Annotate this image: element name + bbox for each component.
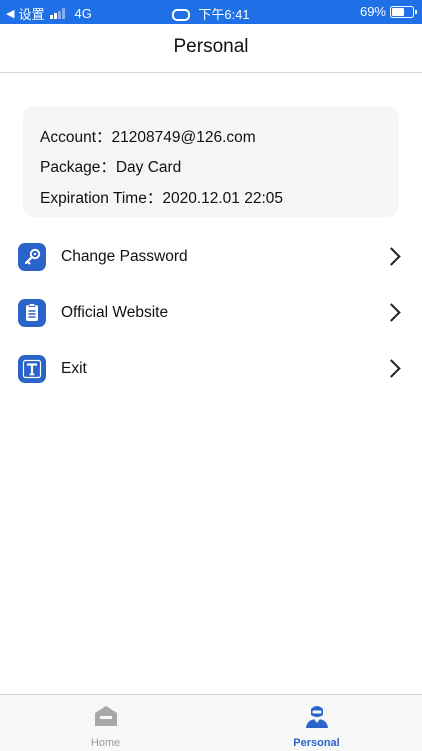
- tab-bar: Home Personal: [0, 694, 422, 751]
- battery-nub: [415, 9, 417, 14]
- status-center: 下午6:41: [0, 4, 422, 23]
- chevron-right-icon: [382, 247, 401, 266]
- menu-label-change-password: Change Password: [61, 248, 188, 265]
- account-label: Account：: [40, 129, 112, 146]
- tab-home[interactable]: Home: [0, 695, 211, 751]
- chevron-right-icon: [382, 303, 401, 322]
- nav-bar: Personal: [0, 24, 422, 73]
- menu-item-change-password[interactable]: Change Password: [0, 229, 422, 285]
- menu-label-official-website: Official Website: [61, 304, 169, 321]
- expiration-value: 2020.12.01 22:05: [162, 190, 283, 207]
- key-icon: [18, 243, 46, 271]
- link-icon: [172, 8, 191, 21]
- status-right: 69%: [359, 4, 417, 19]
- account-info-card: Account：21208749@126.com Package：Day Car…: [23, 106, 399, 217]
- package-label: Package：: [40, 159, 116, 176]
- person-icon: [306, 706, 328, 728]
- text-t-icon: [18, 355, 46, 383]
- menu-label-exit: Exit: [61, 360, 87, 377]
- document-icon: [18, 299, 46, 327]
- tab-personal[interactable]: Personal: [211, 695, 422, 751]
- battery-fill: [392, 7, 405, 16]
- expiration-row: Expiration Time：2020.12.01 22:05: [40, 186, 283, 208]
- package-row: Package：Day Card: [40, 155, 181, 177]
- battery-percent: 69%: [359, 4, 386, 19]
- account-row: Account：21208749@126.com: [40, 125, 256, 147]
- menu-item-exit[interactable]: Exit: [0, 341, 422, 397]
- tab-label-home: Home: [90, 737, 121, 749]
- package-value: Day Card: [115, 159, 182, 176]
- chevron-right-icon: [382, 359, 401, 378]
- tab-label-personal: Personal: [293, 737, 340, 749]
- page-title: Personal: [173, 36, 249, 57]
- battery-icon: [390, 5, 417, 18]
- menu-item-official-website[interactable]: Official Website: [0, 285, 422, 341]
- status-bar: ◀ 设置 4G 下午6:41 69%: [0, 0, 422, 24]
- status-time: 下午6:41: [198, 7, 250, 22]
- home-icon: [95, 706, 117, 726]
- account-value: 21208749@126.com: [111, 129, 256, 146]
- expiration-label: Expiration Time：: [40, 190, 163, 207]
